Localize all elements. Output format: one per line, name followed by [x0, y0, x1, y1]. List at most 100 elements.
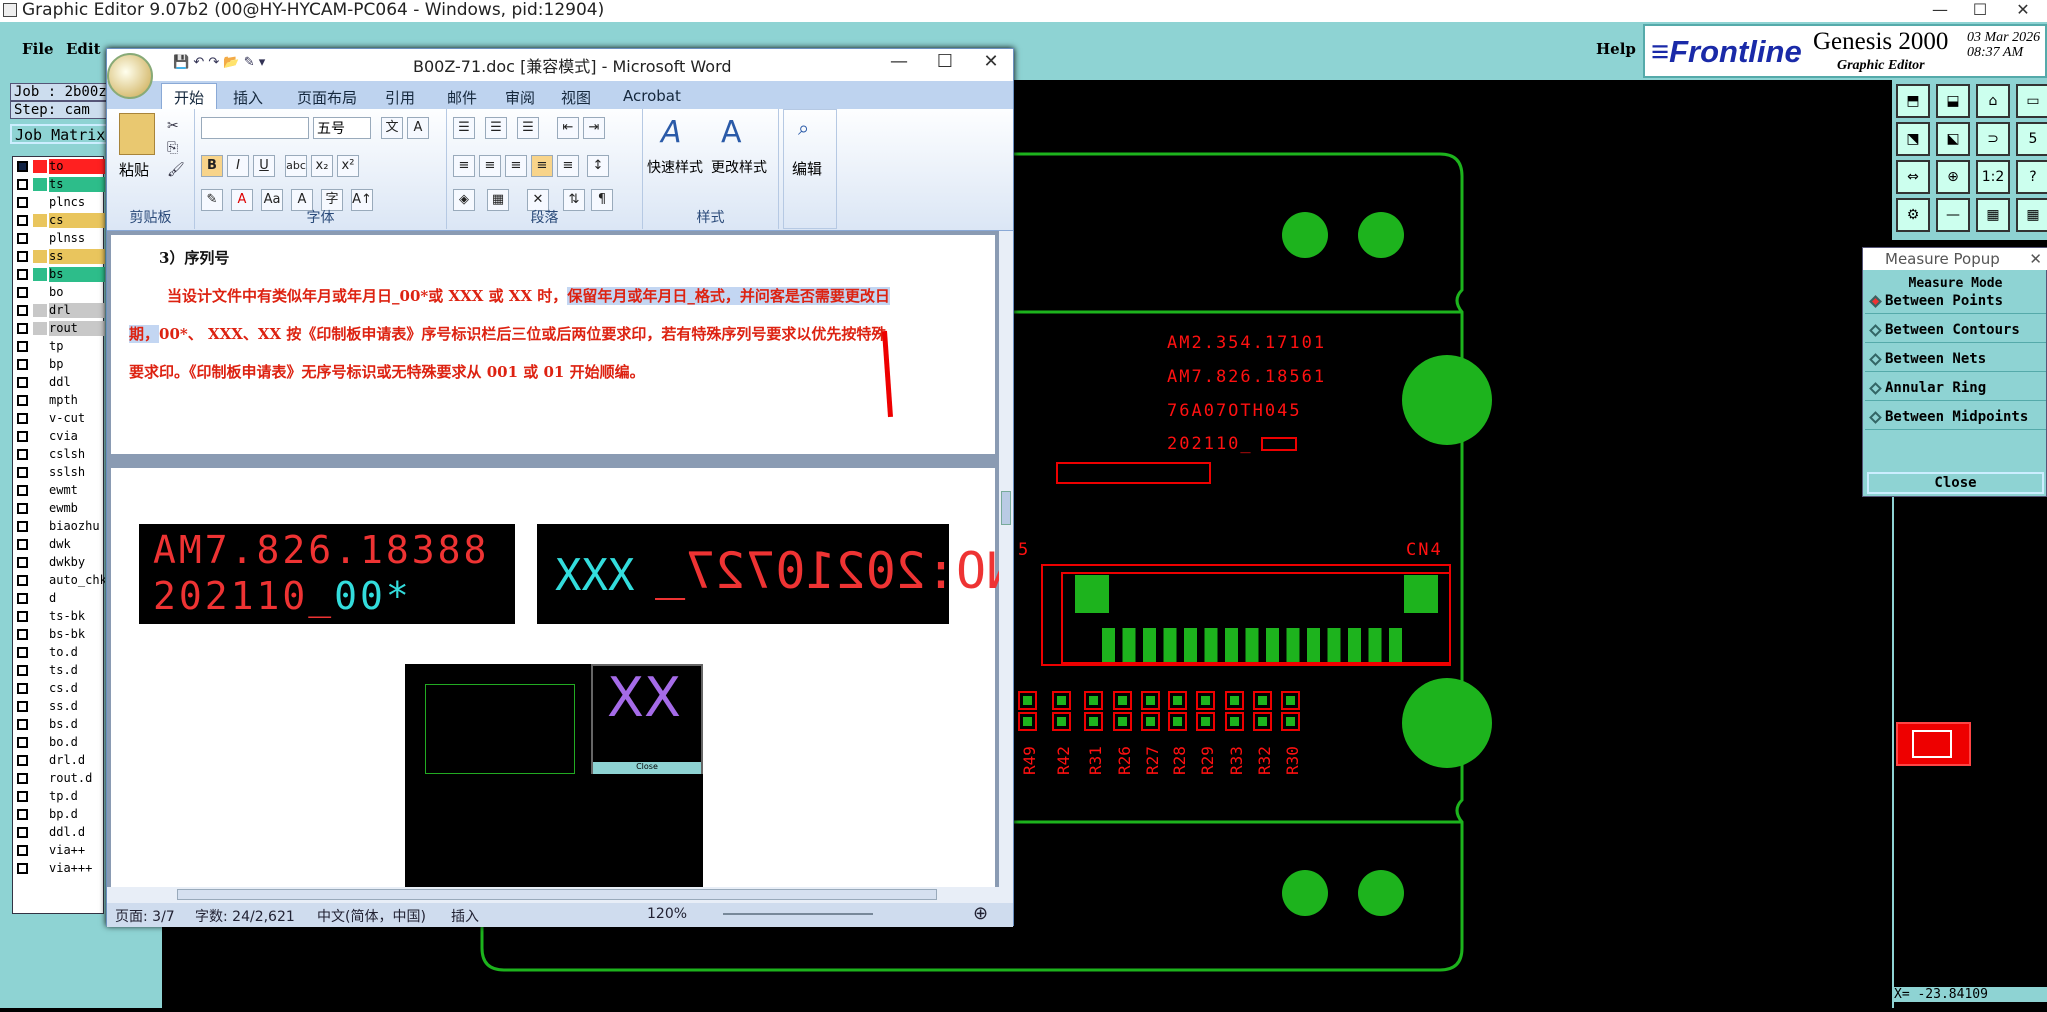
- measure-option[interactable]: Between Contours: [1865, 317, 2046, 343]
- layer-row[interactable]: cs: [13, 213, 105, 228]
- layer-color-swatch[interactable]: [33, 214, 47, 227]
- layer-checkbox[interactable]: [17, 431, 28, 442]
- layer-row[interactable]: tp.d: [13, 789, 105, 804]
- layer-checkbox[interactable]: [17, 539, 28, 550]
- layer-row[interactable]: to.d: [13, 645, 105, 660]
- layer-row[interactable]: bs-bk: [13, 627, 105, 642]
- tool-button[interactable]: ▭: [2016, 84, 2047, 118]
- layer-checkbox[interactable]: [17, 827, 28, 838]
- tab-7[interactable]: Acrobat: [623, 87, 681, 105]
- layer-checkbox[interactable]: [17, 701, 28, 712]
- layer-row[interactable]: ss.d: [13, 699, 105, 714]
- layer-row[interactable]: auto_chk: [13, 573, 105, 588]
- measure-option[interactable]: Between Nets: [1865, 346, 2046, 372]
- menu-file[interactable]: File: [22, 40, 54, 58]
- change-style-label[interactable]: 更改样式: [711, 157, 767, 177]
- layer-checkbox[interactable]: [17, 233, 28, 244]
- tool-button[interactable]: 1:2: [1976, 160, 2010, 194]
- layer-checkbox[interactable]: [17, 341, 28, 352]
- increase-indent-icon[interactable]: ⇥: [583, 117, 605, 139]
- layer-row[interactable]: dwk: [13, 537, 105, 552]
- layer-row[interactable]: biaozhu: [13, 519, 105, 534]
- layer-checkbox[interactable]: [17, 665, 28, 676]
- distribute-icon[interactable]: ≡: [557, 155, 579, 177]
- tool-button[interactable]: ⬔: [1896, 122, 1930, 156]
- layer-color-swatch[interactable]: [33, 178, 47, 191]
- tab-5[interactable]: 审阅: [505, 87, 535, 108]
- tab-6[interactable]: 视图: [561, 87, 591, 108]
- tool-button[interactable]: —: [1936, 198, 1970, 232]
- document-area[interactable]: 3）序列号 当设计文件中有类似年月或年月日_00*或 XXX 或 XX 时，保留…: [107, 231, 1016, 888]
- tool-button[interactable]: ⬕: [1936, 122, 1970, 156]
- layer-row[interactable]: to: [13, 159, 105, 174]
- layer-row[interactable]: tp: [13, 339, 105, 354]
- layer-checkbox[interactable]: [17, 323, 28, 334]
- tool-button[interactable]: ▦: [1976, 198, 2010, 232]
- tab-2[interactable]: 页面布局: [297, 87, 357, 108]
- tab-0[interactable]: 开始: [161, 83, 218, 109]
- layer-checkbox[interactable]: [17, 863, 28, 874]
- maximize-button[interactable]: ☐: [1960, 0, 2000, 22]
- minimize-button[interactable]: —: [1920, 0, 1960, 22]
- status-words[interactable]: 字数: 24/2,621: [195, 906, 295, 926]
- layer-checkbox[interactable]: [17, 845, 28, 856]
- layer-row[interactable]: cvia: [13, 429, 105, 444]
- layer-checkbox[interactable]: [17, 215, 28, 226]
- numbering-icon[interactable]: ☰: [485, 117, 507, 139]
- quick-style-icon[interactable]: A: [661, 115, 682, 150]
- layer-row[interactable]: bs: [13, 267, 105, 282]
- layer-row[interactable]: ewmb: [13, 501, 105, 516]
- layer-color-swatch[interactable]: [33, 304, 47, 317]
- layer-row[interactable]: rout.d: [13, 771, 105, 786]
- horizontal-scrollbar[interactable]: [107, 887, 1013, 903]
- layer-color-swatch[interactable]: [33, 322, 47, 335]
- menu-edit[interactable]: Edit: [66, 40, 101, 58]
- tool-button[interactable]: ⇔: [1896, 160, 1930, 194]
- red-swatch[interactable]: [1896, 722, 1971, 766]
- layer-checkbox[interactable]: [17, 611, 28, 622]
- italic-button[interactable]: I: [227, 155, 249, 177]
- justify-icon[interactable]: ≡: [531, 155, 553, 177]
- layer-row[interactable]: plnss: [13, 231, 105, 246]
- tool-button[interactable]: ⌂: [1976, 84, 2010, 118]
- font-name-combo[interactable]: [201, 117, 309, 139]
- bold-button[interactable]: B: [201, 155, 223, 177]
- layer-color-swatch[interactable]: [33, 268, 47, 281]
- layer-row[interactable]: bs.d: [13, 717, 105, 732]
- layer-color-swatch[interactable]: [33, 250, 47, 263]
- layer-checkbox[interactable]: [17, 467, 28, 478]
- measure-option[interactable]: Between Midpoints: [1865, 404, 2046, 430]
- layer-row[interactable]: ewmt: [13, 483, 105, 498]
- layer-row[interactable]: ts.d: [13, 663, 105, 678]
- status-insert-mode[interactable]: 插入: [451, 906, 479, 926]
- word-maximize-button[interactable]: ☐: [925, 51, 965, 72]
- tab-1[interactable]: 插入: [233, 87, 263, 108]
- word-close-button[interactable]: ✕: [971, 51, 1011, 72]
- layer-checkbox[interactable]: [17, 809, 28, 820]
- layer-checkbox[interactable]: [17, 629, 28, 640]
- align-center-icon[interactable]: ≡: [479, 155, 501, 177]
- layer-checkbox[interactable]: [17, 377, 28, 388]
- line-spacing-icon[interactable]: ↕: [587, 155, 609, 177]
- layer-row[interactable]: bo: [13, 285, 105, 300]
- layer-row[interactable]: mpth: [13, 393, 105, 408]
- layer-checkbox[interactable]: [17, 485, 28, 496]
- change-style-icon[interactable]: A: [721, 115, 742, 150]
- paste-label[interactable]: 粘贴: [119, 159, 149, 180]
- tool-button[interactable]: ⬓: [1936, 84, 1970, 118]
- layer-row[interactable]: ddl.d: [13, 825, 105, 840]
- layer-row[interactable]: drl: [13, 303, 105, 318]
- layer-checkbox[interactable]: [17, 287, 28, 298]
- layer-row[interactable]: cs.d: [13, 681, 105, 696]
- layer-checkbox[interactable]: [17, 683, 28, 694]
- vscroll-thumb[interactable]: [1001, 491, 1011, 525]
- close-button[interactable]: ✕: [2003, 0, 2043, 22]
- font-size-combo[interactable]: 五号: [313, 117, 371, 139]
- layer-checkbox[interactable]: [17, 305, 28, 316]
- tool-button[interactable]: ⬒: [1896, 84, 1930, 118]
- layer-checkbox[interactable]: [17, 449, 28, 460]
- layer-row[interactable]: v-cut: [13, 411, 105, 426]
- phonetic-icon[interactable]: 文: [381, 117, 403, 139]
- layer-checkbox[interactable]: [17, 395, 28, 406]
- vertical-scrollbar[interactable]: [999, 231, 1013, 887]
